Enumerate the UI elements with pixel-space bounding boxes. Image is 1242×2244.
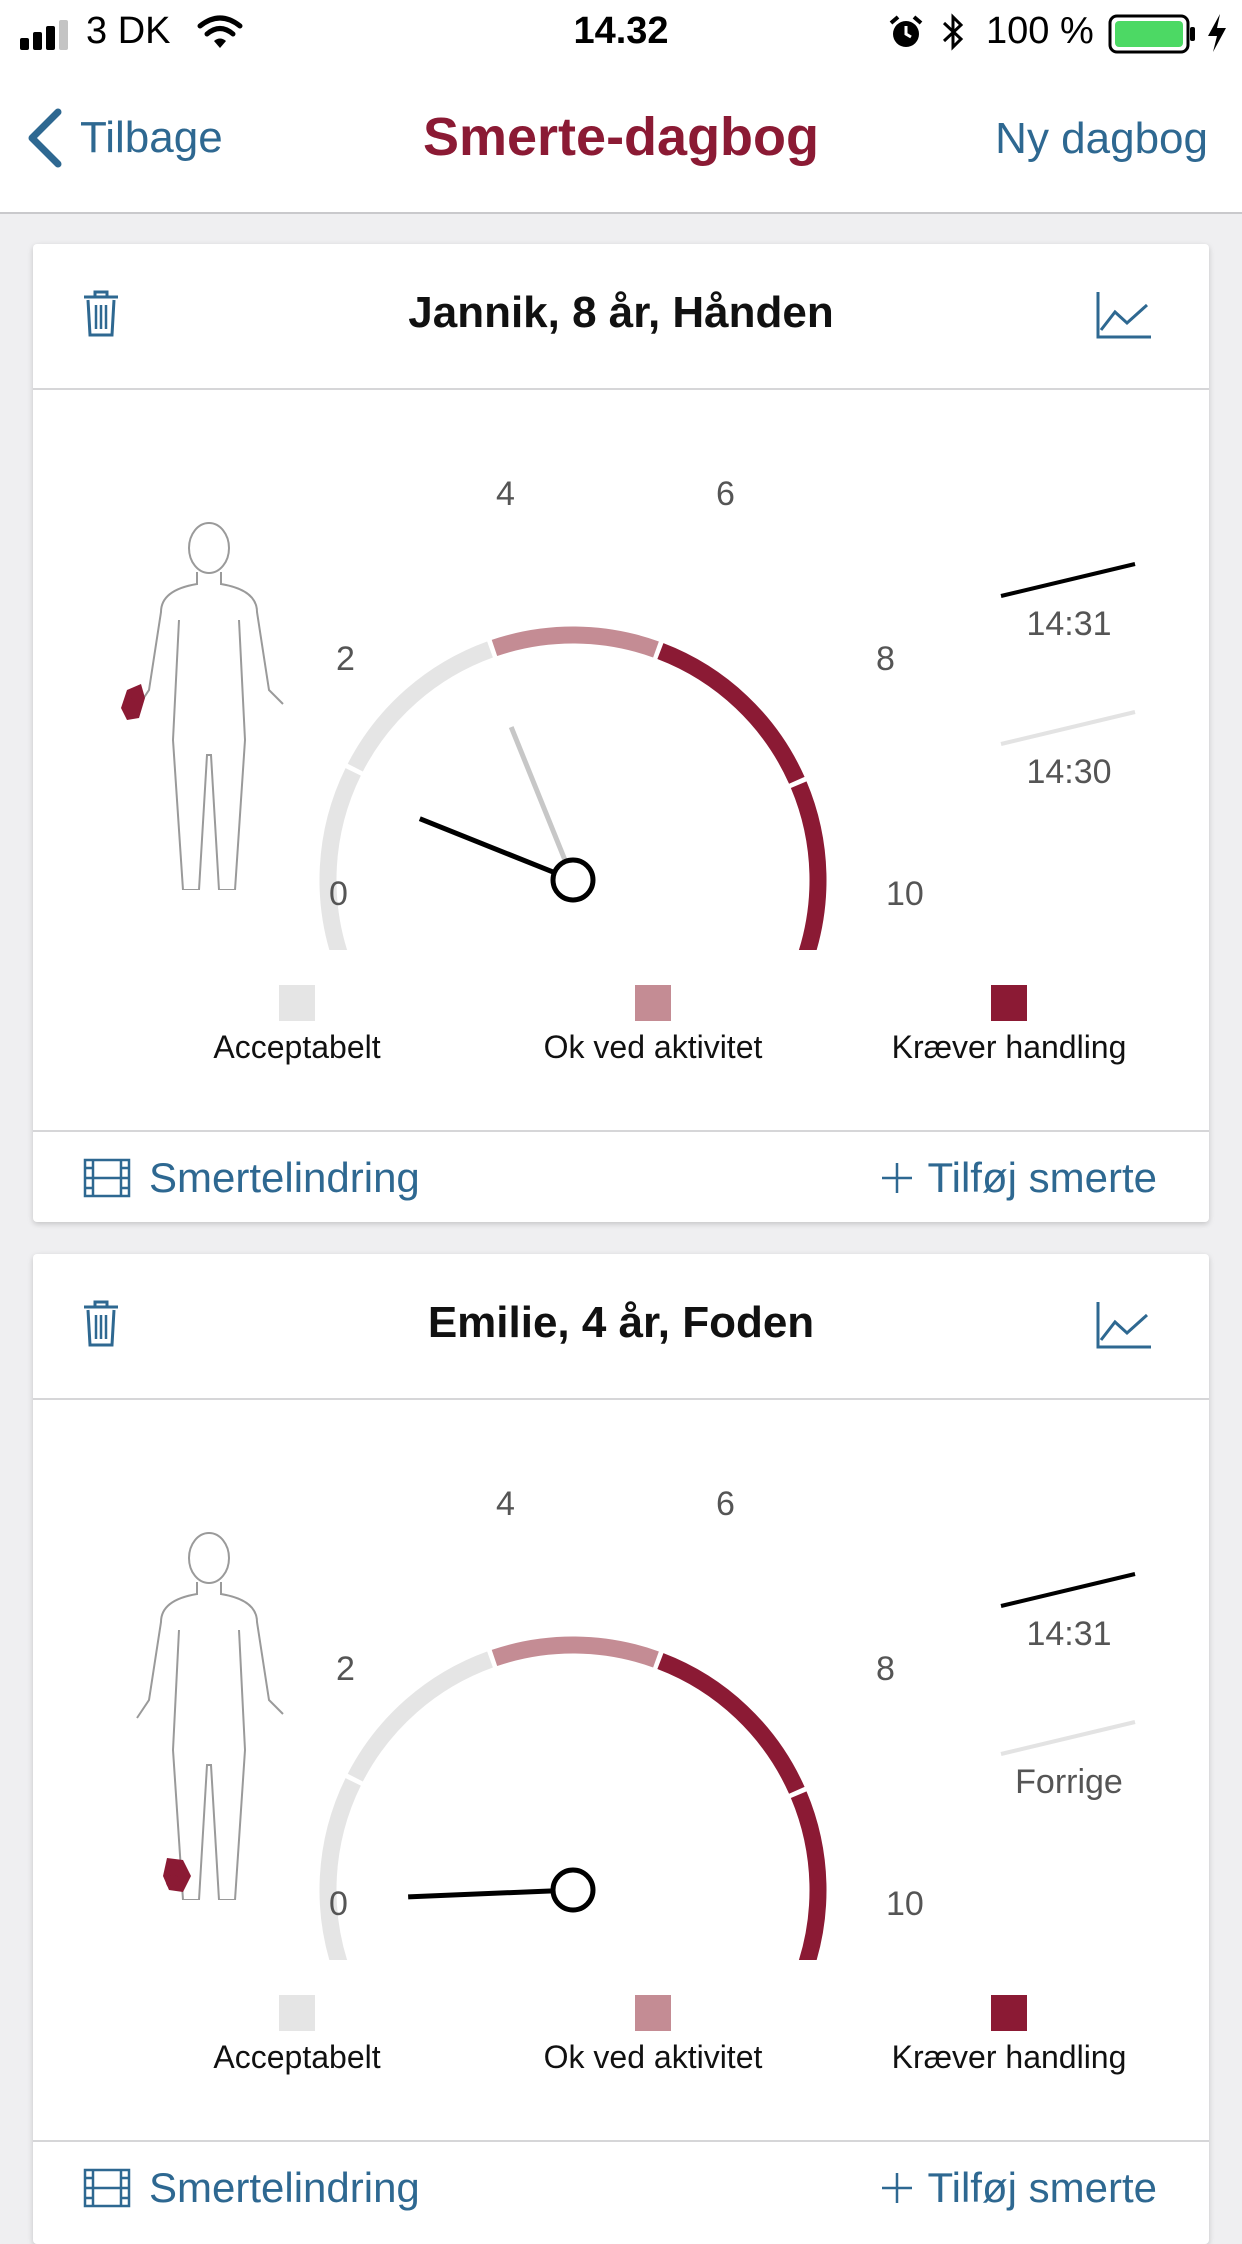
- pain-marker: [121, 684, 145, 720]
- gauge-segment: [347, 641, 493, 772]
- battery-percent: 100 %: [986, 10, 1094, 52]
- card-body: 0 2 4 6 8 10 14:31 14:30 Acceptabelt Ok …: [33, 390, 1209, 1132]
- gauge-segment: [790, 1791, 827, 1960]
- history-entry[interactable]: 14:30: [999, 708, 1139, 792]
- gauge-segment: [657, 643, 805, 784]
- scale-label: 10: [886, 1885, 924, 1923]
- legend-label: Kræver handling: [891, 2039, 1127, 2075]
- gauge-segment: [491, 1636, 659, 1668]
- charging-icon: [1208, 14, 1226, 52]
- legend-item: Kræver handling: [859, 1995, 1159, 2076]
- gauge-segment: [790, 781, 827, 950]
- legend-item: Ok ved aktivitet: [503, 1995, 803, 2076]
- add-pain-label: Tilføj smerte: [927, 2164, 1157, 2211]
- line-chart-icon: [1096, 1302, 1151, 1349]
- add-pain-button[interactable]: Tilføj smerte: [880, 2164, 1157, 2212]
- new-diary-button[interactable]: Ny dagbog: [995, 114, 1208, 164]
- history-time: Forrige: [1015, 1763, 1123, 1801]
- previous-needle: [508, 726, 568, 863]
- legend-item: Acceptabelt: [147, 985, 447, 1066]
- current-needle: [418, 816, 556, 875]
- scale-label: 2: [336, 1650, 355, 1688]
- legend-swatch: [635, 1995, 671, 2031]
- needle-hub: [550, 1867, 596, 1913]
- scale-label: 8: [876, 1650, 895, 1688]
- film-icon: [83, 2168, 131, 2208]
- trend-line: [1000, 1572, 1136, 1608]
- legend-swatch: [279, 1995, 315, 2031]
- pain-gauge: [319, 1636, 827, 1960]
- legend-swatch: [991, 1995, 1027, 2031]
- add-pain-button[interactable]: Tilføj smerte: [880, 1154, 1157, 1202]
- trend-line: [1000, 1720, 1136, 1756]
- scale-label: 8: [876, 640, 895, 678]
- trend-line: [1000, 710, 1136, 746]
- history-time: 14:31: [1026, 605, 1112, 643]
- history-entry[interactable]: Forrige: [999, 1718, 1139, 1802]
- card-title: Jannik, 8 år, Hånden: [408, 288, 834, 337]
- legend-label: Acceptabelt: [213, 2039, 381, 2075]
- card-footer: Smertelindring Tilføj smerte: [33, 2142, 1209, 2232]
- body-figure[interactable]: [83, 520, 303, 890]
- legend-item: Acceptabelt: [147, 1995, 447, 2076]
- scale-label: 4: [496, 475, 515, 513]
- history-entry[interactable]: 14:31: [999, 1570, 1139, 1654]
- card-title: Emilie, 4 år, Foden: [427, 1298, 815, 1347]
- legend-label: Ok ved aktivitet: [543, 1029, 763, 1065]
- status-bar: 3 DK 14.32 100 %: [0, 0, 1242, 66]
- scale-label: 4: [496, 1485, 515, 1523]
- legend-swatch: [991, 985, 1027, 1021]
- legend-item: Ok ved aktivitet: [503, 985, 803, 1066]
- legend-label: Acceptabelt: [213, 1029, 381, 1065]
- gauge-segment: [347, 1651, 493, 1782]
- gauge-segment: [491, 626, 659, 658]
- chart-button[interactable]: [1095, 290, 1153, 345]
- bluetooth-icon: [942, 13, 964, 51]
- card-header: Jannik, 8 år, Hånden: [33, 244, 1209, 390]
- legend-label: Kræver handling: [891, 1029, 1127, 1065]
- pain-relief-button[interactable]: Smertelindring: [83, 2164, 420, 2212]
- pain-relief-label: Smertelindring: [149, 2164, 420, 2211]
- scale-label: 10: [886, 875, 924, 913]
- scale-label: 6: [716, 475, 735, 513]
- battery-icon: [1108, 14, 1195, 54]
- plus-icon: [881, 1163, 912, 1193]
- trend-line: [1000, 562, 1136, 598]
- history-time: 14:30: [1026, 753, 1112, 791]
- alarm-icon: [889, 15, 923, 47]
- pain-marker: [163, 1858, 191, 1892]
- body-figure[interactable]: [83, 1530, 303, 1900]
- scale-label: 0: [329, 1885, 348, 1923]
- current-needle: [408, 1888, 554, 1900]
- legend-label: Ok ved aktivitet: [543, 2039, 763, 2075]
- gauge-segment: [657, 1653, 805, 1794]
- diary-card: Emilie, 4 år, Foden 0 2 4 6 8 10 14:31 F…: [33, 1254, 1209, 2244]
- card-body: 0 2 4 6 8 10 14:31 Forrige Acceptabelt O…: [33, 1400, 1209, 2142]
- pain-gauge: [319, 626, 827, 950]
- plus-icon: [881, 2173, 912, 2203]
- scale-label: 6: [716, 1485, 735, 1523]
- legend-item: Kræver handling: [859, 985, 1159, 1066]
- diary-card: Jannik, 8 år, Hånden 0 2 4 6 8 10 14:31 …: [33, 244, 1209, 1222]
- card-footer: Smertelindring Tilføj smerte: [33, 1132, 1209, 1222]
- legend-swatch: [635, 985, 671, 1021]
- gauge-segment: [319, 1778, 361, 1960]
- scale-label: 2: [336, 640, 355, 678]
- pain-relief-label: Smertelindring: [149, 1154, 420, 1201]
- history-time: 14:31: [1026, 1615, 1112, 1653]
- history-entry[interactable]: 14:31: [999, 560, 1139, 644]
- navigation-bar: Tilbage Smerte-dagbog Ny dagbog: [0, 66, 1242, 214]
- gauge-segment: [319, 768, 361, 950]
- film-icon: [83, 1158, 131, 1198]
- chart-button[interactable]: [1095, 1300, 1153, 1355]
- line-chart-icon: [1096, 292, 1151, 339]
- card-header: Emilie, 4 år, Foden: [33, 1254, 1209, 1400]
- needle-hub: [550, 857, 596, 903]
- pain-relief-button[interactable]: Smertelindring: [83, 1154, 420, 1202]
- add-pain-label: Tilføj smerte: [927, 1154, 1157, 1201]
- legend-swatch: [279, 985, 315, 1021]
- scale-label: 0: [329, 875, 348, 913]
